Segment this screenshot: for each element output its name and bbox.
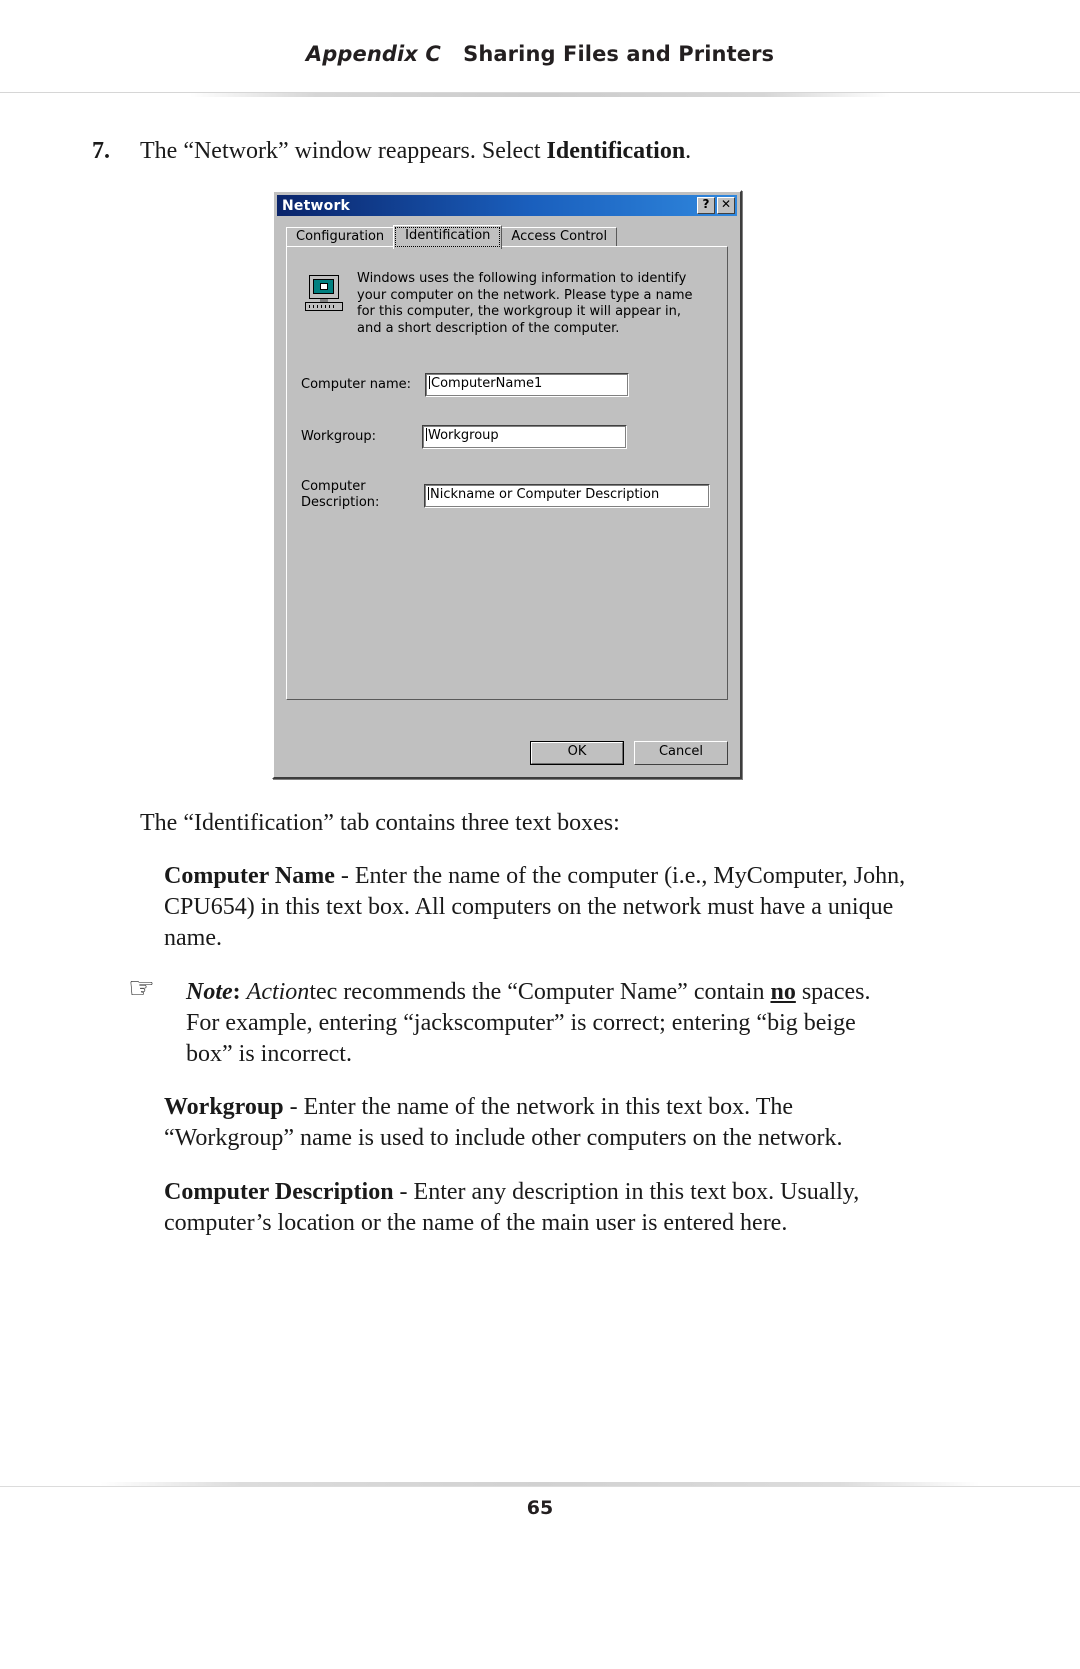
step-number: 7.: [92, 138, 110, 164]
computer-name-value: ComputerName1: [431, 376, 543, 391]
step-text-before: The “Network” window reappears. Select: [140, 138, 547, 164]
workgroup-value: Workgroup: [428, 428, 499, 443]
appendix-label: Appendix C: [305, 42, 441, 66]
identification-panel: Windows uses the following information t…: [286, 246, 728, 700]
text-caret: [426, 428, 427, 441]
computer-name-label: Computer name:: [301, 377, 412, 392]
text-caret: [428, 487, 429, 500]
computer-description-value: Nickname or Computer Description: [430, 487, 660, 502]
intro-paragraph: The “Identification” tab contains three …: [140, 810, 620, 836]
computer-description-paragraph: Computer Description - Enter any descrip…: [164, 1177, 924, 1239]
computer-description-input[interactable]: Nickname or Computer Description: [424, 484, 710, 508]
dialog-title: Network: [282, 197, 351, 214]
step-bold-term: Identification: [546, 138, 686, 164]
close-icon[interactable]: ✕: [717, 197, 735, 214]
dialog-button-row: OK Cancel: [530, 741, 728, 765]
note-colon: :: [232, 979, 247, 1005]
step-item: 7. The “Network” window reappears. Select…: [92, 136, 952, 166]
workgroup-row: Workgroup: Workgroup: [301, 425, 711, 451]
screen-window-shape: [320, 283, 328, 290]
computer-description-label-line1: Computer: [301, 479, 366, 494]
note-paragraph: Note: Actiontec recommends the “Computer…: [186, 977, 886, 1070]
footer-divider-line: [0, 1486, 1080, 1487]
computer-description-label: Computer Description:: [301, 479, 379, 511]
note-brand: Action: [246, 979, 310, 1005]
ok-button[interactable]: OK: [530, 741, 624, 765]
network-dialog: Network ? ✕ Configuration Identification…: [272, 190, 742, 779]
computer-name-paragraph: Computer Name - Enter the name of the co…: [164, 861, 912, 954]
computer-description-label-line2: Description:: [301, 495, 380, 510]
monitor-shape: [309, 275, 339, 299]
titlebar-buttons: ? ✕: [697, 197, 735, 214]
footer-divider: [0, 1482, 1080, 1488]
step-text-after: .: [685, 138, 692, 164]
page-title: Sharing Files and Printers: [463, 42, 775, 66]
workgroup-paragraph: Workgroup - Enter the name of the networ…: [164, 1092, 924, 1154]
tab-identification[interactable]: Identification: [393, 225, 503, 249]
note-emphasis: no: [770, 979, 796, 1005]
page-header: Appendix C Sharing Files and Printers: [0, 42, 1080, 66]
tab-access-control[interactable]: Access Control: [501, 227, 618, 247]
workgroup-label: Workgroup:: [301, 429, 377, 444]
header-spacer: [448, 42, 455, 66]
dialog-tabstrip: Configuration Identification Access Cont…: [286, 225, 728, 249]
tab-configuration[interactable]: Configuration: [286, 227, 395, 247]
header-divider-shadow: [190, 93, 890, 97]
header-divider: [0, 92, 1080, 100]
computer-name-term: Computer Name: [164, 863, 335, 889]
computer-description-term: Computer Description: [164, 1179, 394, 1205]
workgroup-term: Workgroup: [164, 1094, 284, 1120]
panel-description: Windows uses the following information t…: [357, 271, 693, 336]
computer-name-input[interactable]: ComputerName1: [425, 373, 629, 397]
computer-description-row: Computer Description: Nickname or Comput…: [301, 477, 711, 517]
cancel-button[interactable]: Cancel: [634, 741, 728, 765]
page-number: 65: [526, 1497, 554, 1519]
pointing-hand-icon: ☞: [128, 971, 155, 1006]
ok-button-label: OK: [531, 742, 623, 764]
note-text-part1: tec recommends the “Computer Name” conta…: [309, 979, 771, 1005]
screen-shape: [313, 279, 334, 294]
keyboard-keys-shape: [309, 305, 337, 308]
note-label: Note: [186, 979, 233, 1005]
computer-network-icon: [305, 275, 345, 311]
workgroup-input[interactable]: Workgroup: [422, 425, 627, 449]
text-caret: [429, 376, 430, 389]
help-icon[interactable]: ?: [697, 197, 715, 214]
keyboard-shape: [305, 302, 343, 311]
dialog-titlebar: Network ? ✕: [277, 195, 737, 216]
computer-name-row: Computer name: ComputerName1: [301, 373, 711, 399]
